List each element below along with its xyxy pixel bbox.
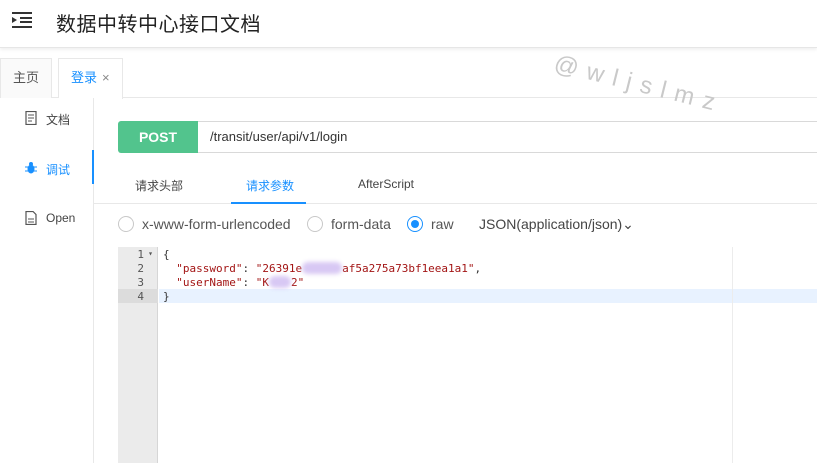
- radio-label: form-data: [331, 216, 391, 232]
- redacted-blur: [268, 276, 291, 288]
- sidebar-item-open[interactable]: Open: [0, 200, 94, 234]
- line-number: 4: [137, 290, 144, 303]
- radio-label: x-www-form-urlencoded: [142, 216, 291, 232]
- tab-home[interactable]: 主页: [0, 58, 53, 98]
- code-editor[interactable]: 1 ▾ 2 3 4 { "password": "26391e af5a275a7…: [118, 247, 817, 463]
- sidebar-item-label: Open: [46, 211, 76, 225]
- sidebar-item-label: 文档: [46, 113, 71, 127]
- tab-afterscript[interactable]: AfterScript: [358, 177, 414, 191]
- redacted-blur: [302, 262, 343, 274]
- page-title: 数据中转中心接口文档: [56, 14, 261, 36]
- code-line: }: [163, 290, 170, 303]
- url-input[interactable]: /transit/user/api/v1/login: [198, 121, 817, 153]
- file-icon: [25, 211, 37, 225]
- radio-raw[interactable]: [407, 216, 423, 232]
- method-select[interactable]: POST: [118, 121, 198, 153]
- line-number: 2: [137, 262, 144, 275]
- tab-label: 主页: [13, 70, 40, 85]
- code-line: "password": "26391e af5a275a73bf1eea1a1",: [176, 262, 482, 275]
- radio-urlencoded[interactable]: [118, 216, 134, 232]
- active-line-highlight: [159, 289, 817, 303]
- active-tab-indicator: [231, 202, 306, 204]
- close-icon[interactable]: ×: [102, 70, 110, 85]
- code-line: "userName": "K 2": [176, 276, 305, 289]
- line-number-gutter: 1 ▾ 2 3 4: [118, 247, 158, 463]
- sidebar-item-docs[interactable]: 文档: [0, 100, 94, 134]
- content-type-value: JSON(application/json): [479, 216, 623, 232]
- sidebar-item-label: 调试: [46, 163, 71, 177]
- sidebar: 文档 调试 Open: [0, 98, 94, 463]
- code-area[interactable]: { "password": "26391e af5a275a73bf1eea1a1…: [159, 247, 817, 463]
- fold-toggle-icon[interactable]: ▾: [148, 249, 153, 258]
- chevron-down-icon: ⌄: [622, 216, 634, 232]
- code-line: {: [163, 248, 170, 261]
- line-number: 1: [137, 248, 144, 261]
- radio-label: raw: [431, 216, 454, 232]
- tab-request-headers[interactable]: 请求头部: [135, 177, 183, 194]
- request-tabs: 请求头部 请求参数 AfterScript: [94, 166, 817, 204]
- line-number: 3: [137, 276, 144, 289]
- tab-request-params[interactable]: 请求参数: [246, 177, 294, 194]
- radio-form-data[interactable]: [307, 216, 323, 232]
- tab-login[interactable]: 登录 ×: [58, 58, 123, 99]
- app-header: 数据中转中心接口文档: [0, 0, 817, 48]
- document-icon: [25, 111, 37, 125]
- print-margin: [732, 247, 733, 463]
- bug-icon: [25, 162, 37, 174]
- content-type-dropdown[interactable]: JSON(application/json)⌄: [479, 216, 634, 233]
- tab-label: 登录: [71, 70, 98, 85]
- menu-fold-icon[interactable]: [12, 11, 32, 29]
- sidebar-item-debug[interactable]: 调试: [0, 150, 94, 184]
